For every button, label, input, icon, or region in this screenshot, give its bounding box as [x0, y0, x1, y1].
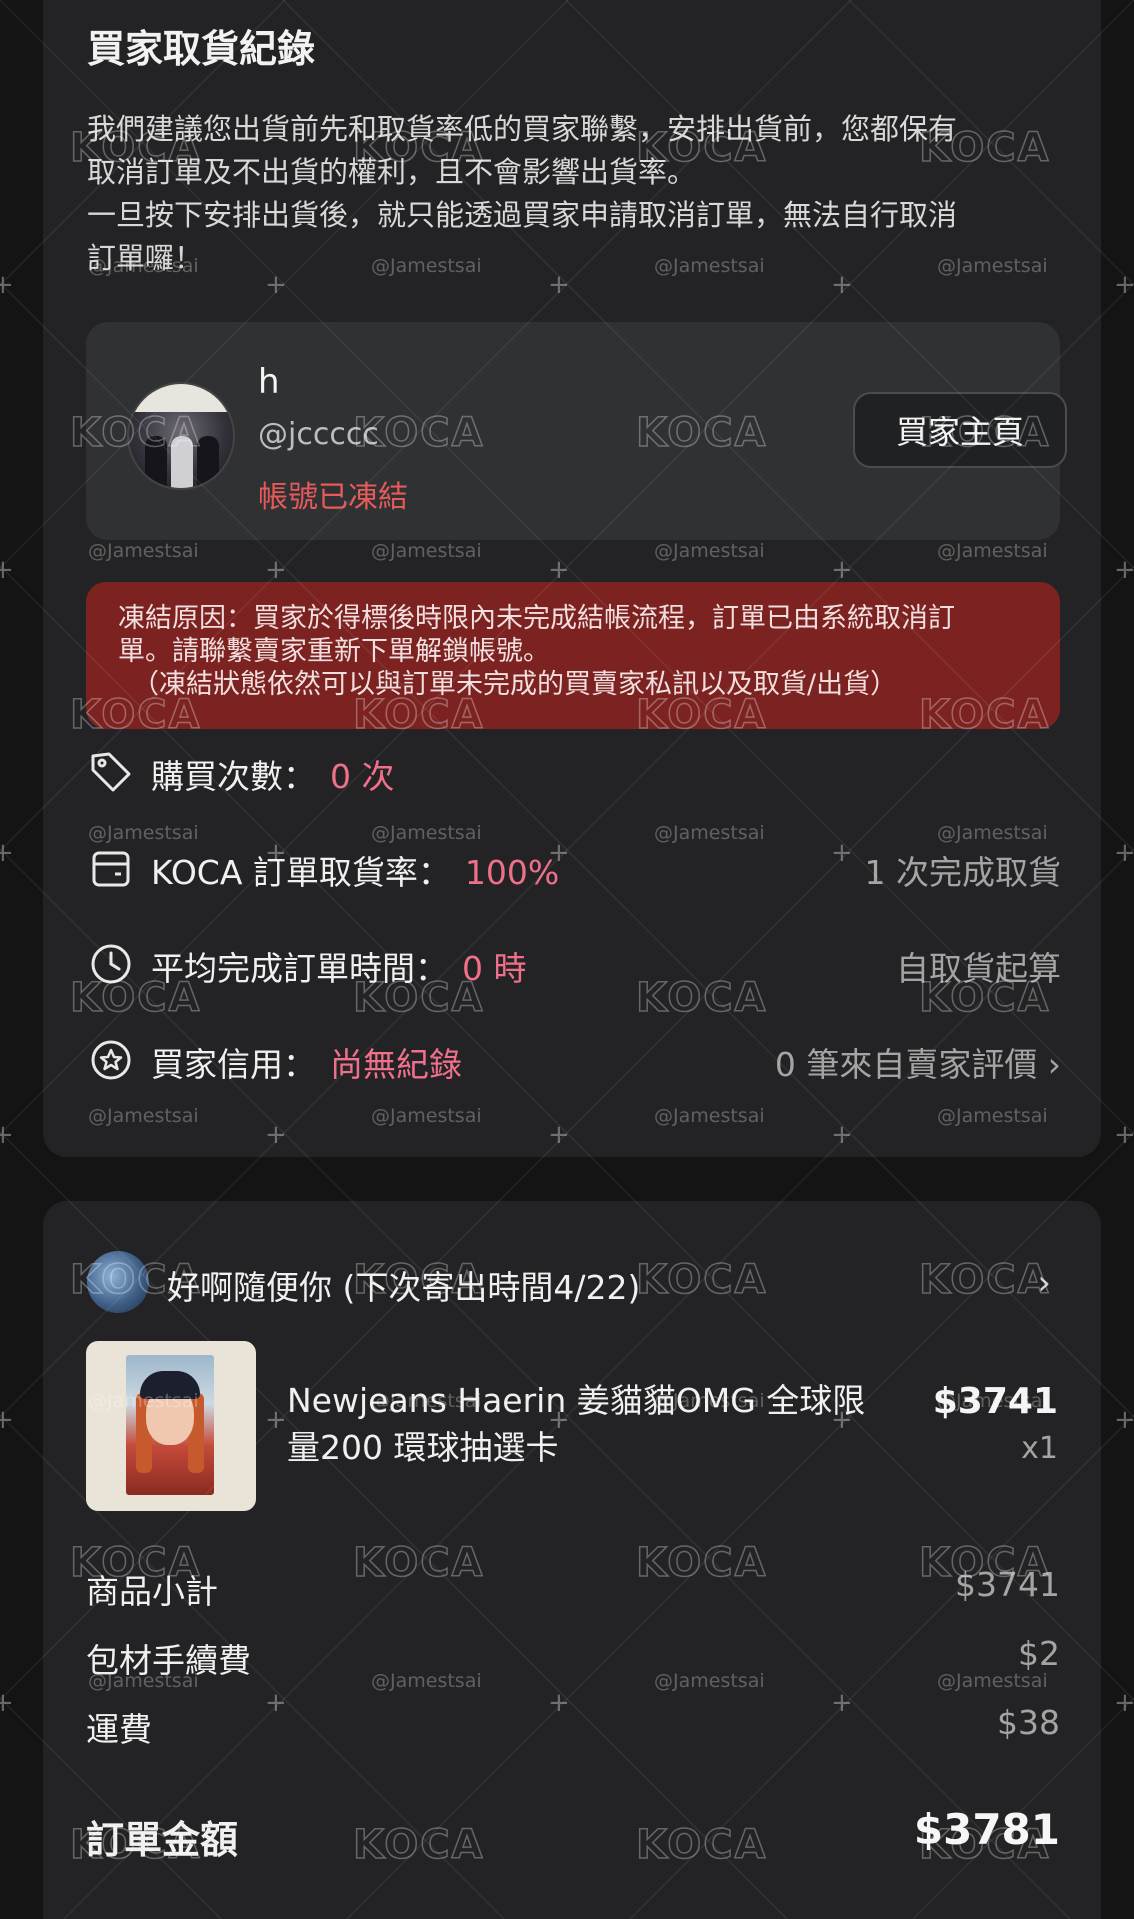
- tag-icon: [91, 752, 131, 792]
- clock-icon: [91, 944, 131, 984]
- stat-label: KOCA 訂單取貨率：: [151, 853, 451, 892]
- shipping-row: 運費 $38: [86, 1703, 1060, 1753]
- buyer-info-box: h @jccccc 帳號已凍結 買家主頁: [86, 322, 1067, 540]
- seller-name: 好啊隨便你 (下次寄出時間4/22): [167, 1268, 641, 1307]
- buyer-home-button[interactable]: 買家主頁: [853, 392, 1067, 468]
- notice-text: 我們建議您出貨前先和取貨率低的買家聯繫，安排出貨前，您都保有 取消訂單及不出貨的…: [87, 108, 1067, 280]
- stat-buyer-credit[interactable]: 買家信用： 尚無紀錄 0 筆來自賣家評價 ›: [87, 1030, 1061, 1090]
- stat-purchase-count: 購買次數： 0 次: [87, 742, 1061, 802]
- product-quantity: x1: [1021, 1431, 1058, 1466]
- freeze-line: 凍結原因：買家於得標後時限內未完成結帳流程，訂單已由系統取消訂: [118, 603, 955, 634]
- subtotal-row: 商品小計 $3741: [86, 1565, 1060, 1615]
- stat-pickup-rate: KOCA 訂單取貨率： 100% 1 次完成取貨: [87, 838, 1061, 898]
- subtotal-value: $3741: [955, 1565, 1060, 1604]
- order-card: 好啊隨便你 (下次寄出時間4/22) › Newjeans Haerin 姜貓貓…: [43, 1201, 1101, 1919]
- seller-review-link[interactable]: 0 筆來自賣家評價 ›: [775, 1038, 1061, 1086]
- box-icon: [92, 851, 130, 887]
- product-title[interactable]: Newjeans Haerin 姜貓貓OMG 全球限 量200 環球抽選卡: [287, 1377, 927, 1471]
- watermark-plus-mark: +: [0, 1405, 14, 1435]
- packing-fee-row: 包材手續費 $2: [86, 1634, 1060, 1684]
- freeze-line: （凍結狀態依然可以與訂單未完成的買賣家私訊以及取貨/出貨）: [132, 669, 898, 700]
- freeze-reason-banner: 凍結原因：買家於得標後時限內未完成結帳流程，訂單已由系統取消訂 單。請聯繫賣家重…: [86, 582, 1060, 729]
- notice-line: 我們建議您出貨前先和取貨率低的買家聯繫，安排出貨前，您都保有: [87, 112, 958, 146]
- stat-time-note: 自取貨起算: [896, 949, 1061, 988]
- stat-label: 購買次數：: [151, 757, 316, 796]
- notice-line: 取消訂單及不出貨的權利，且不會影響出貨率。: [87, 155, 697, 189]
- chevron-right-icon: ›: [1037, 1263, 1051, 1303]
- seller-row[interactable]: 好啊隨便你 (下次寄出時間4/22) ›: [87, 1249, 1061, 1319]
- shipping-label: 運費: [86, 1710, 152, 1749]
- packing-fee-label: 包材手續費: [86, 1641, 251, 1680]
- stat-value: 0 次: [330, 757, 395, 796]
- buyer-avatar[interactable]: [127, 382, 235, 490]
- stat-value: 0 時: [462, 949, 527, 988]
- freeze-line: 單。請聯繫賣家重新下單解鎖帳號。: [118, 636, 550, 667]
- product-title-line: Newjeans Haerin 姜貓貓OMG 全球限: [287, 1381, 866, 1420]
- watermark-plus-mark: +: [0, 1120, 14, 1150]
- watermark-plus-mark: +: [1114, 1688, 1134, 1718]
- subtotal-label: 商品小計: [86, 1572, 218, 1611]
- order-total-value: $3781: [913, 1805, 1060, 1854]
- buyer-handle: @jccccc: [258, 417, 379, 452]
- section-title: 買家取貨紀錄: [87, 27, 316, 71]
- notice-line: 訂單囉！: [87, 241, 204, 275]
- seller-avatar: [87, 1251, 149, 1313]
- account-frozen-status: 帳號已凍結: [258, 480, 408, 515]
- stat-value: 100%: [464, 853, 560, 892]
- order-total-row: 訂單金額 $3781: [86, 1805, 1060, 1862]
- stat-label: 買家信用：: [151, 1045, 316, 1084]
- product-title-line: 量200 環球抽選卡: [287, 1428, 559, 1467]
- star-badge-icon: [91, 1040, 131, 1080]
- watermark-plus-mark: +: [0, 555, 14, 585]
- product-thumbnail[interactable]: [86, 1341, 256, 1511]
- stat-value: 尚無紀錄: [330, 1045, 462, 1084]
- stat-avg-completion-time: 平均完成訂單時間： 0 時 自取貨起算: [87, 934, 1061, 994]
- order-total-label: 訂單金額: [86, 1818, 239, 1862]
- buyer-record-card: 買家取貨紀錄 我們建議您出貨前先和取貨率低的買家聯繫，安排出貨前，您都保有 取消…: [43, 0, 1101, 1157]
- packing-fee-value: $2: [1018, 1634, 1060, 1673]
- watermark-plus-mark: +: [0, 1688, 14, 1718]
- watermark-plus-mark: +: [0, 270, 14, 300]
- watermark-plus-mark: +: [0, 838, 14, 868]
- buyer-name: h: [258, 362, 280, 402]
- watermark-plus-mark: +: [1114, 838, 1134, 868]
- stat-label: 平均完成訂單時間：: [151, 949, 448, 988]
- watermark-plus-mark: +: [1114, 555, 1134, 585]
- watermark-plus-mark: +: [1114, 1120, 1134, 1150]
- watermark-plus-mark: +: [1114, 1405, 1134, 1435]
- watermark-plus-mark: +: [1114, 270, 1134, 300]
- shipping-value: $38: [997, 1703, 1060, 1742]
- product-price: $3741: [932, 1381, 1058, 1422]
- notice-line: 一旦按下安排出貨後，就只能透過買家申請取消訂單，無法自行取消: [87, 198, 958, 232]
- stat-pickup-count: 1 次完成取貨: [864, 853, 1062, 892]
